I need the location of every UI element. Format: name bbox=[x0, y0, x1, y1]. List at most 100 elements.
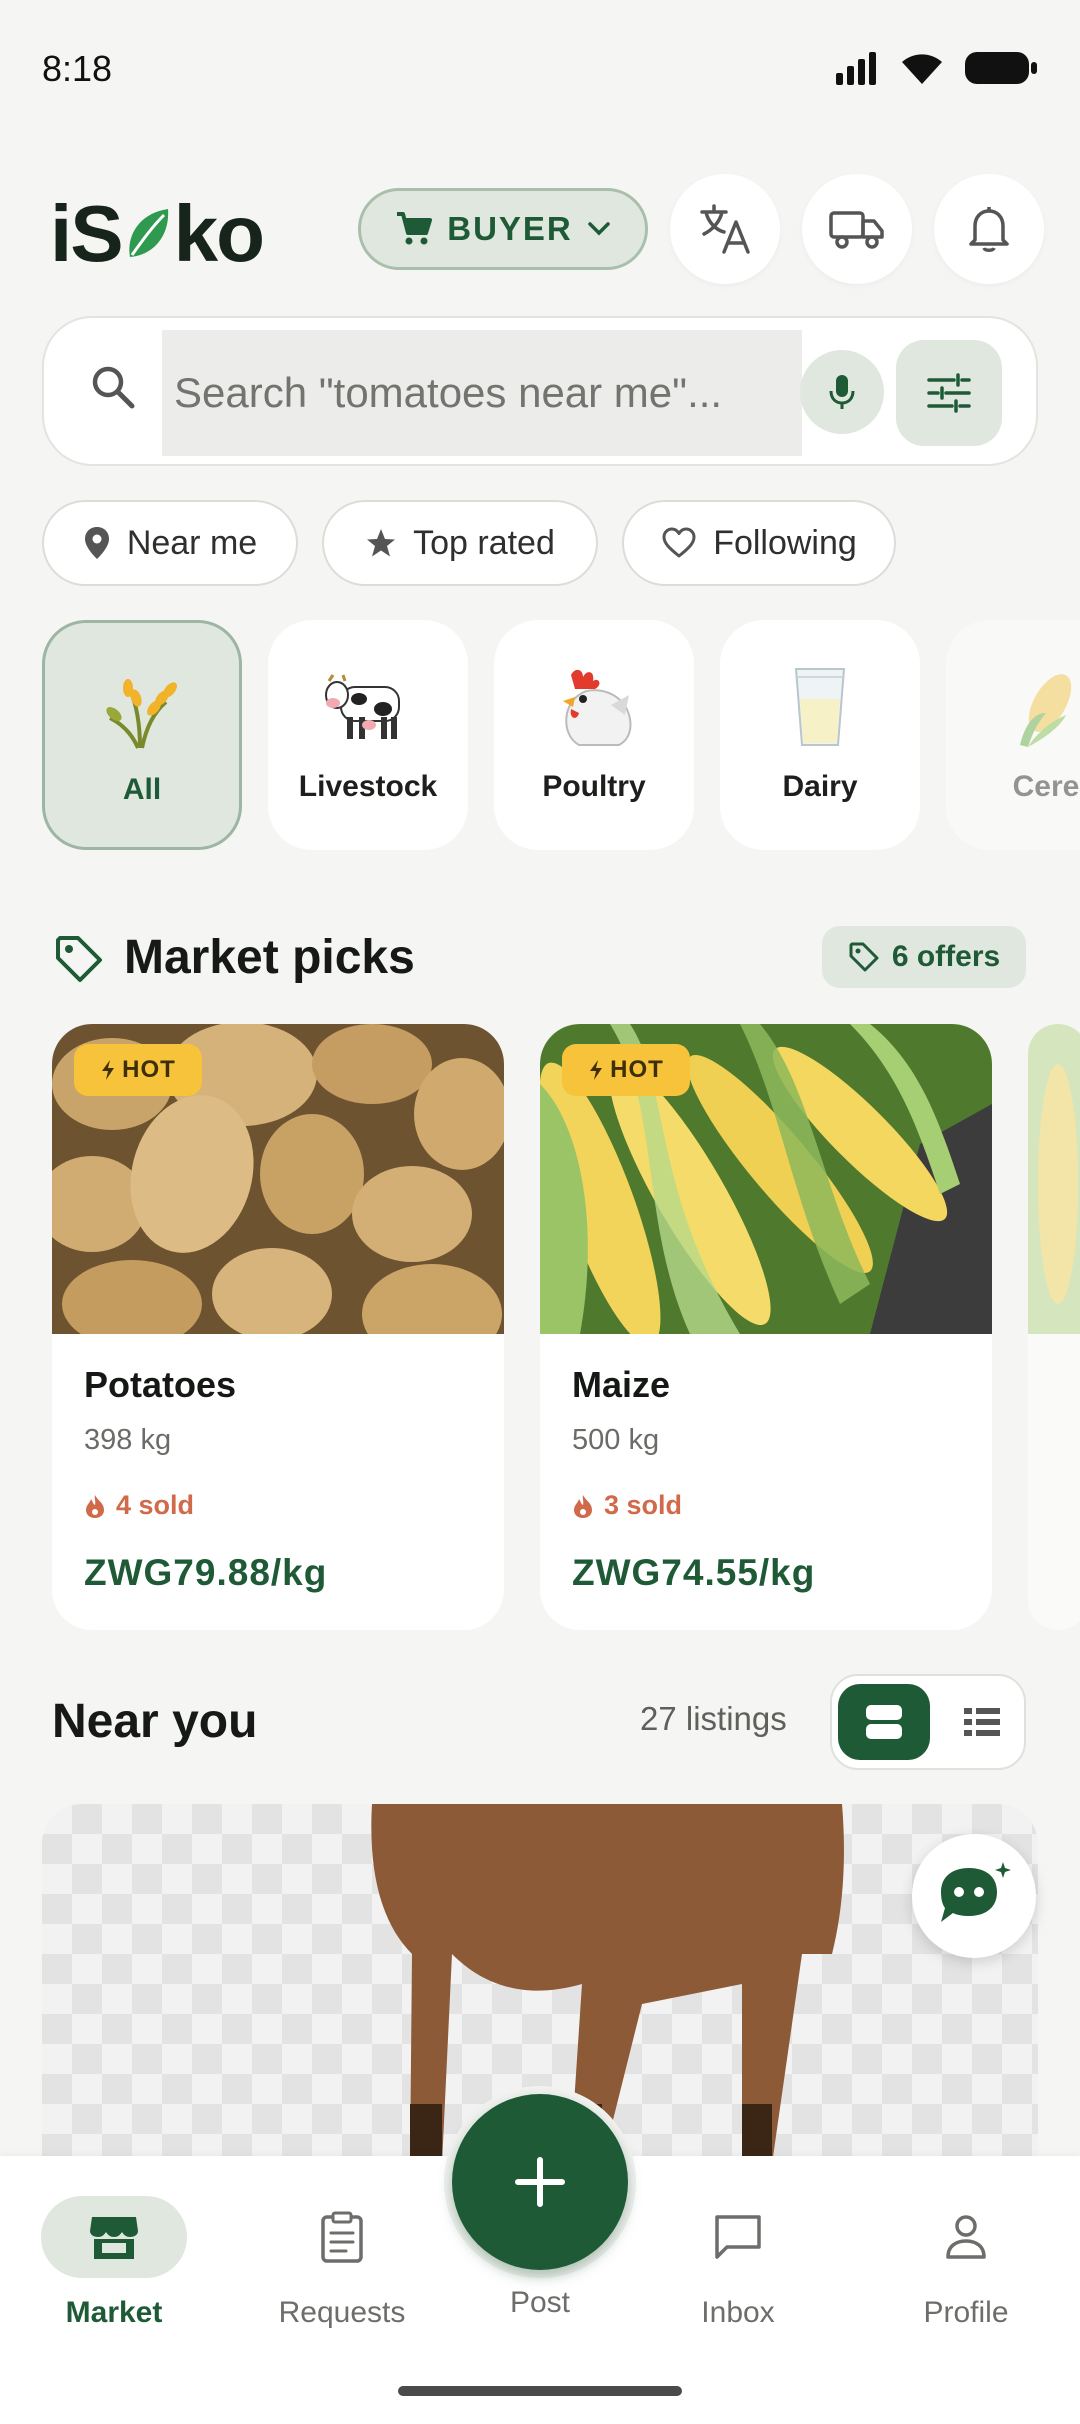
delivery-button[interactable] bbox=[802, 174, 912, 284]
plus-icon bbox=[515, 2157, 565, 2207]
chatbot-icon bbox=[941, 1862, 1011, 1922]
chip-following[interactable]: Following bbox=[622, 500, 896, 586]
notifications-button[interactable] bbox=[934, 174, 1044, 284]
near-you-title: Near you bbox=[52, 1695, 258, 1748]
category-label: Dairy bbox=[782, 770, 858, 803]
nav-item-market[interactable]: Market bbox=[14, 2196, 214, 2330]
sliders-icon bbox=[927, 373, 971, 413]
rooster-icon bbox=[563, 669, 632, 746]
search-icon bbox=[92, 366, 135, 409]
chip-top-rated[interactable]: Top rated bbox=[322, 500, 598, 586]
card-view-button[interactable] bbox=[838, 1684, 930, 1760]
list-view-button[interactable] bbox=[944, 1684, 1020, 1760]
category-all[interactable]: All bbox=[42, 620, 242, 850]
product-card-peek[interactable] bbox=[1028, 1024, 1080, 1630]
cellular-signal-icon bbox=[836, 52, 876, 85]
cow-icon bbox=[325, 674, 400, 739]
nav-label: Profile bbox=[923, 2296, 1009, 2329]
category-poultry[interactable]: Poultry bbox=[494, 620, 694, 850]
product-image-peek bbox=[1028, 1024, 1080, 1334]
nav-label: Inbox bbox=[701, 2296, 775, 2329]
category-label: Poultry bbox=[542, 770, 646, 803]
view-toggle bbox=[830, 1674, 1026, 1770]
corn-icon bbox=[1020, 674, 1072, 747]
category-livestock[interactable]: Livestock bbox=[268, 620, 468, 850]
cart-icon bbox=[397, 212, 433, 245]
market-picks-title: Market picks bbox=[124, 931, 415, 984]
chip-near-me[interactable]: Near me bbox=[42, 500, 298, 586]
chip-label: Following bbox=[713, 523, 857, 562]
battery-icon bbox=[965, 52, 1037, 84]
nav-label: Requests bbox=[278, 2296, 406, 2329]
lightning-icon bbox=[590, 1060, 603, 1080]
status-time: 8:18 bbox=[42, 48, 113, 89]
flame-icon bbox=[86, 1494, 104, 1518]
listing-count: 27 listings bbox=[640, 1700, 787, 1737]
offers-badge[interactable]: 6 offers bbox=[822, 926, 1026, 988]
offers-label: 6 offers bbox=[891, 940, 1001, 973]
category-label: Cere bbox=[1012, 770, 1080, 803]
bell-icon bbox=[969, 207, 1009, 252]
category-cereals[interactable]: Cere bbox=[946, 620, 1080, 850]
leaf-logo-icon bbox=[128, 209, 168, 257]
logo-text-right: ko bbox=[173, 189, 265, 278]
app-logo: iS ko bbox=[50, 188, 265, 280]
market-screen: 8:18 iS ko BUYER Search "tomatoes near m… bbox=[0, 0, 1080, 2424]
chip-label: Top rated bbox=[413, 523, 555, 562]
ai-assistant-button[interactable] bbox=[912, 1834, 1036, 1958]
nav-item-inbox[interactable]: Inbox bbox=[638, 2196, 838, 2330]
role-switcher-button[interactable]: BUYER bbox=[358, 188, 648, 270]
product-name: Potatoes bbox=[84, 1364, 237, 1405]
clipboard-icon bbox=[321, 2211, 363, 2263]
role-label: BUYER bbox=[447, 210, 573, 247]
product-sold: 4 sold bbox=[84, 1490, 194, 1521]
product-quantity: 398 kg bbox=[84, 1424, 172, 1456]
product-price: ZWG79.88/kg bbox=[84, 1552, 328, 1593]
product-sold-label: 3 sold bbox=[604, 1490, 683, 1520]
category-label: Livestock bbox=[298, 770, 438, 803]
post-label: Post bbox=[509, 2286, 571, 2319]
milk-glass-icon bbox=[794, 668, 846, 746]
chevron-down-icon bbox=[588, 222, 610, 236]
hot-badge-label: HOT bbox=[610, 1056, 664, 1083]
nav-item-profile[interactable]: Profile bbox=[866, 2196, 1066, 2330]
store-icon bbox=[90, 2217, 138, 2259]
location-pin-icon bbox=[84, 527, 109, 559]
chip-label: Near me bbox=[126, 523, 258, 562]
wheat-icon bbox=[106, 679, 177, 749]
search-bar bbox=[42, 316, 1038, 466]
product-card-maize[interactable]: HOT Maize 500 kg 3 sold ZWG74.55/kg bbox=[540, 1024, 992, 1630]
truck-icon bbox=[829, 211, 884, 249]
product-card-potatoes[interactable]: HOT Potatoes 398 kg 4 sold ZWG79.88/kg bbox=[52, 1024, 504, 1630]
filter-button[interactable] bbox=[896, 340, 1002, 446]
post-button[interactable] bbox=[452, 2094, 628, 2270]
chat-icon bbox=[715, 2215, 761, 2259]
nav-label: Market bbox=[65, 2296, 163, 2329]
product-sold-label: 4 sold bbox=[116, 1490, 195, 1520]
product-quantity: 500 kg bbox=[572, 1424, 660, 1456]
nav-item-requests[interactable]: Requests bbox=[242, 2196, 442, 2330]
tag-icon bbox=[56, 936, 102, 982]
status-icons bbox=[834, 50, 1038, 86]
lightning-icon bbox=[102, 1060, 115, 1080]
category-dairy[interactable]: Dairy bbox=[720, 620, 920, 850]
search-input[interactable] bbox=[162, 330, 802, 456]
card-view-icon bbox=[866, 1705, 902, 1739]
flame-icon bbox=[574, 1494, 592, 1518]
star-icon bbox=[367, 529, 396, 557]
status-bar: 8:18 bbox=[0, 0, 1080, 140]
microphone-icon bbox=[829, 375, 855, 409]
product-price: ZWG74.55/kg bbox=[572, 1552, 816, 1593]
translate-icon bbox=[700, 204, 750, 254]
list-view-icon bbox=[964, 1708, 1000, 1736]
language-button[interactable] bbox=[670, 174, 780, 284]
hot-badge: HOT bbox=[562, 1044, 690, 1096]
wifi-icon bbox=[902, 54, 942, 84]
hot-badge: HOT bbox=[74, 1044, 202, 1096]
product-sold: 3 sold bbox=[572, 1490, 682, 1521]
product-name: Maize bbox=[572, 1364, 671, 1405]
voice-search-button[interactable] bbox=[800, 350, 884, 434]
logo-text-left: iS bbox=[50, 189, 124, 278]
home-indicator bbox=[398, 2386, 682, 2396]
person-icon bbox=[946, 2215, 986, 2259]
